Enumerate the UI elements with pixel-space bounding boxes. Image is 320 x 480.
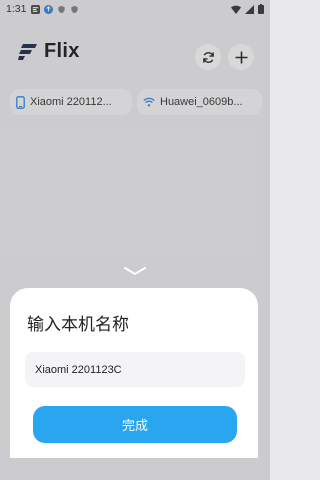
done-button[interactable]: 完成 xyxy=(33,406,237,443)
sheet-title: 输入本机名称 xyxy=(27,315,129,334)
device-name-input[interactable] xyxy=(25,352,245,387)
chevron-down-icon[interactable] xyxy=(123,266,147,276)
device-name-sheet: 输入本机名称 完成 xyxy=(10,288,258,458)
